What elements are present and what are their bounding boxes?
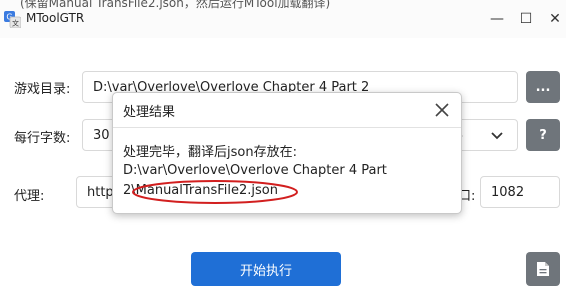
app-translate-icon: G 文 <box>4 11 22 29</box>
close-icon[interactable]: ✕ <box>544 8 566 30</box>
maximize-icon[interactable]: ☐ <box>515 8 537 30</box>
browse-button[interactable]: ... <box>526 71 560 103</box>
port-input[interactable]: 1082 <box>480 176 560 208</box>
start-button[interactable]: 开始执行 <box>191 252 341 286</box>
dialog-divider <box>113 127 461 128</box>
game-dir-label: 游戏目录: <box>14 82 71 97</box>
dialog-close-icon[interactable] <box>431 99 453 121</box>
document-icon <box>537 262 549 276</box>
dialog-message-line1: 处理完毕，翻译后json存放在: <box>123 145 297 160</box>
result-dialog: 处理结果 处理完毕，翻译后json存放在: D:\var\Overlove\Ov… <box>112 92 462 214</box>
clipped-instruction-text: (保留Manual TransFile2.json，然后运行MTool加载翻译) <box>20 0 331 10</box>
proxy-label: 代理: <box>14 189 45 204</box>
svg-text:文: 文 <box>12 19 19 28</box>
chars-per-line-label: 每行字数: <box>14 131 71 146</box>
dialog-title: 处理结果 <box>123 105 176 120</box>
highlight-ellipse <box>132 180 298 204</box>
window-title: MToolGTR <box>26 11 85 25</box>
help-button[interactable]: ? <box>526 119 560 151</box>
chevron-down-icon <box>491 132 503 140</box>
document-button[interactable] <box>526 252 560 286</box>
minimize-icon[interactable]: — <box>486 8 508 30</box>
dialog-message-line2: D:\var\Overlove\Overlove Chapter 4 Part <box>123 163 387 178</box>
